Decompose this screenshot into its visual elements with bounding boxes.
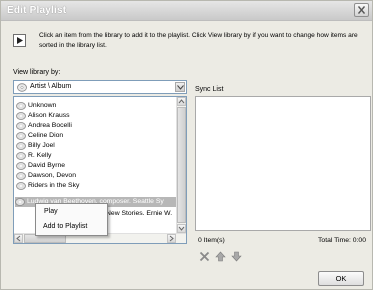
scroll-thumb[interactable] xyxy=(177,107,186,223)
scroll-up-button[interactable] xyxy=(177,97,186,106)
cd-icon xyxy=(16,172,26,180)
total-time: Total Time: 0:00 xyxy=(318,237,366,244)
cd-icon xyxy=(16,152,26,160)
list-item[interactable]: Billy Joel xyxy=(16,141,176,151)
sync-list[interactable] xyxy=(195,96,371,231)
chevron-right-icon xyxy=(169,235,174,242)
view-by-value: Artist \ Album xyxy=(30,83,72,90)
list-item[interactable]: Andrea Bocelli xyxy=(16,121,176,131)
list-item-label: New Stories. Ernie W. xyxy=(106,210,173,217)
list-item[interactable]: Alison Krauss xyxy=(16,111,176,121)
sync-list-label: Sync List xyxy=(195,86,224,93)
cd-icon xyxy=(16,182,26,190)
list-item[interactable]: R. Kelly xyxy=(16,151,176,161)
instructions-text: Click an item from the library to add it… xyxy=(39,32,358,49)
item-count: 0 Item(s) xyxy=(198,237,225,244)
list-item-label: Riders in the Sky xyxy=(28,182,80,189)
list-item-label: Celine Dion xyxy=(28,132,64,139)
move-down-icon[interactable] xyxy=(231,251,242,262)
list-item-label: David Byrne xyxy=(28,162,66,169)
window-title: Edit Playlist xyxy=(7,5,67,16)
vertical-scrollbar[interactable] xyxy=(176,97,186,233)
scroll-down-button[interactable] xyxy=(177,224,186,233)
view-by-label: View library by: xyxy=(13,69,61,76)
list-item[interactable]: Dawson, Devon xyxy=(16,171,176,181)
menu-item-add-to-playlist[interactable]: Add to Playlist xyxy=(43,223,87,230)
edit-playlist-dialog: Edit Playlist Click an item from the lib… xyxy=(0,0,373,290)
scroll-left-button[interactable] xyxy=(14,234,23,243)
list-item[interactable]: Unknown xyxy=(16,101,176,111)
cd-icon xyxy=(16,162,26,170)
list-item[interactable]: Celine Dion xyxy=(16,131,176,141)
list-item-label: Alison Krauss xyxy=(28,112,70,119)
title-bar[interactable]: Edit Playlist xyxy=(1,1,372,21)
list-item-label: R. Kelly xyxy=(28,152,52,159)
cd-icon xyxy=(15,198,25,206)
cd-icon xyxy=(16,142,26,150)
ok-button[interactable]: OK xyxy=(318,271,364,286)
list-item[interactable]: Riders in the Sky xyxy=(16,181,176,191)
play-arrow-icon xyxy=(13,34,26,47)
cd-icon xyxy=(16,132,26,140)
chevron-down-icon xyxy=(178,226,185,231)
list-item-label: Dawson, Devon xyxy=(28,172,76,179)
menu-item-play[interactable]: Play xyxy=(44,208,58,215)
cd-icon xyxy=(16,112,26,120)
list-item-label: Andrea Bocelli xyxy=(28,122,72,129)
delete-icon[interactable] xyxy=(199,251,210,262)
chevron-left-icon xyxy=(16,235,21,242)
chevron-up-icon xyxy=(178,99,185,104)
list-item[interactable]: David Byrne xyxy=(16,161,176,171)
view-by-dropdown[interactable]: Artist \ Album xyxy=(13,80,187,94)
chevron-down-icon xyxy=(177,85,184,90)
scroll-right-button[interactable] xyxy=(167,234,176,243)
cd-icon xyxy=(17,83,27,92)
dropdown-arrow-button[interactable] xyxy=(175,82,185,92)
cd-icon xyxy=(16,122,26,130)
list-item-label: Billy Joel xyxy=(28,142,55,149)
close-icon xyxy=(358,6,365,14)
list-item[interactable]: New Stories. Ernie W. xyxy=(106,209,176,219)
cd-icon xyxy=(16,102,26,110)
move-up-icon[interactable] xyxy=(215,251,226,262)
list-item-label: Unknown xyxy=(28,102,57,109)
context-menu: Play Add to Playlist xyxy=(35,203,108,236)
close-button[interactable] xyxy=(354,3,369,17)
